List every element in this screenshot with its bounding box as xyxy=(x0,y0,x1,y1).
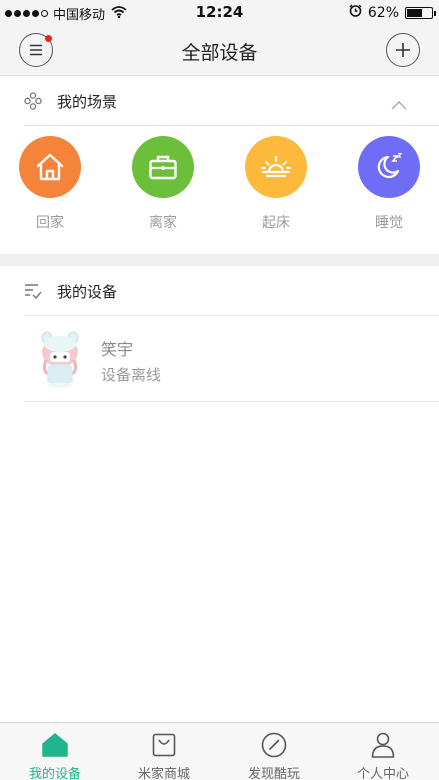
nav-bar: 全部设备 xyxy=(0,24,439,76)
compass-icon xyxy=(219,731,329,759)
tab-label: 我的设备 xyxy=(28,767,81,780)
home-icon xyxy=(19,136,81,198)
tab-bar: 我的设备 米家商城 发现酷玩 个人中心 xyxy=(0,722,439,780)
device-name: 笑宇 xyxy=(101,340,134,359)
tab-label: 发现酷玩 xyxy=(247,767,300,780)
tab-discover[interactable]: 发现酷玩 xyxy=(219,731,329,780)
briefcase-icon xyxy=(132,136,194,198)
battery-icon xyxy=(405,6,436,19)
scene-leave-home[interactable]: 离家 xyxy=(131,136,195,232)
add-device-button[interactable] xyxy=(386,33,420,67)
scenes-title: 我的场景 xyxy=(57,93,118,111)
shopping-bag-icon xyxy=(109,731,219,759)
section-divider xyxy=(0,254,439,266)
device-item[interactable]: 笑宇 设备离线 xyxy=(24,316,439,402)
battery-percent: 62% xyxy=(367,4,399,21)
scene-wake-up[interactable]: 起床 xyxy=(244,136,308,232)
tab-store[interactable]: 米家商城 xyxy=(109,731,219,780)
tab-profile[interactable]: 个人中心 xyxy=(328,731,438,780)
tab-label: 个人中心 xyxy=(356,767,409,780)
tab-label: 米家商城 xyxy=(137,767,190,780)
tab-my-devices[interactable]: 我的设备 xyxy=(0,731,110,780)
sunrise-icon xyxy=(245,136,307,198)
person-icon xyxy=(328,731,438,759)
plus-icon xyxy=(396,43,410,57)
device-status: 设备离线 xyxy=(101,366,162,384)
scene-go-home[interactable]: 回家 xyxy=(18,136,82,232)
bunny-robot-icon xyxy=(38,330,82,392)
alarm-icon xyxy=(349,4,362,21)
scene-sleep[interactable]: 睡觉 xyxy=(357,136,421,232)
chevron-up-icon[interactable] xyxy=(391,95,407,114)
device-list-icon xyxy=(24,282,42,304)
scene-label: 睡觉 xyxy=(375,215,403,231)
scenes-header[interactable]: 我的场景 xyxy=(0,76,439,126)
house-icon xyxy=(0,731,110,759)
scenes-icon xyxy=(24,92,42,114)
scene-label: 起床 xyxy=(262,215,290,231)
scene-label: 离家 xyxy=(149,215,177,231)
devices-title: 我的设备 xyxy=(57,283,118,301)
page-title: 全部设备 xyxy=(181,42,258,64)
scenes-list: 回家 离家 起床 睡觉 xyxy=(0,126,439,254)
scene-label: 回家 xyxy=(36,215,64,231)
moon-icon xyxy=(358,136,420,198)
devices-header: 我的设备 xyxy=(0,266,439,316)
status-bar: 中国移动 12:24 62% xyxy=(0,0,439,24)
